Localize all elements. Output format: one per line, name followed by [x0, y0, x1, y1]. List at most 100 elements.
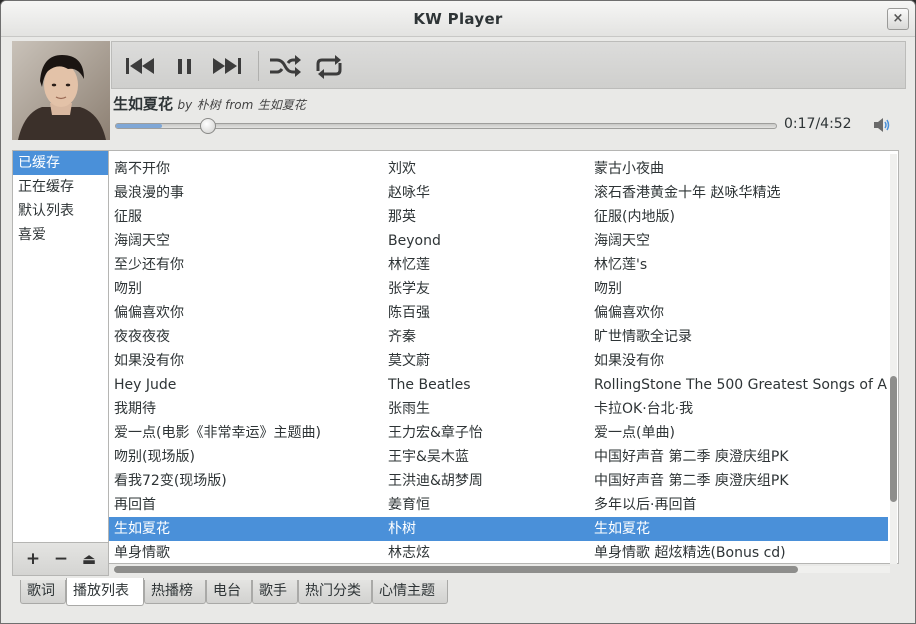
table-row[interactable]: 征服 那英 征服(内地版)	[109, 205, 888, 229]
song-title-cell: 我期待	[114, 401, 156, 417]
progress-fill	[116, 124, 162, 128]
toolbar-separator	[258, 51, 259, 81]
table-row[interactable]: 再回首 姜育恒 多年以后·再回首	[109, 493, 888, 517]
song-artist-cell: 张雨生	[388, 401, 430, 417]
tab-4[interactable]: 歌手	[252, 580, 298, 604]
table-row[interactable]: 爱一点(电影《非常幸运》主题曲) 王力宏&章子怡 爱一点(单曲)	[109, 421, 888, 445]
horizontal-scrollbar[interactable]	[114, 566, 890, 573]
table-row[interactable]: 吻别 张学友 吻别	[109, 277, 888, 301]
song-title-cell: 征服	[114, 209, 142, 225]
window-title: KW Player	[413, 10, 503, 28]
song-list: 离不开你 刘欢 蒙古小夜曲 最浪漫的事 赵咏华 滚石香港黄金十年 赵咏华精选 征服 那英 征服(…	[109, 150, 899, 564]
song-title-cell: Hey Jude	[114, 377, 177, 393]
song-title-cell: 至少还有你	[114, 257, 184, 273]
song-album-cell: 中国好声音 第二季 庾澄庆组PK	[594, 449, 789, 465]
remove-list-button[interactable]: −	[50, 548, 72, 570]
pause-icon[interactable]	[166, 51, 204, 81]
table-row[interactable]: 生如夏花 朴树 生如夏花	[109, 517, 888, 541]
table-row[interactable]: 如果没有你 莫文蔚 如果没有你	[109, 349, 888, 373]
song-artist-cell: 姜育恒	[388, 497, 430, 513]
eject-icon[interactable]: ⏏	[78, 548, 100, 570]
song-album-cell: 海阔天空	[594, 233, 650, 249]
song-album-cell: 旷世情歌全记录	[594, 329, 692, 345]
song-album-cell: 中国好声音 第二季 庾澄庆组PK	[594, 473, 789, 489]
table-row[interactable]: 至少还有你 林忆莲 林忆莲's	[109, 253, 888, 277]
shuffle-icon[interactable]	[266, 51, 304, 81]
table-row[interactable]: 夜夜夜夜 齐秦 旷世情歌全记录	[109, 325, 888, 349]
playlist-sidebar: 已缓存 正在缓存 默认列表 喜爱	[12, 150, 109, 543]
vertical-scroll-thumb[interactable]	[890, 376, 897, 502]
song-album-cell: RollingStone The 500 Greatest Songs of A…	[594, 377, 888, 393]
song-artist-cell: 陈百强	[388, 305, 430, 321]
progress-handle[interactable]	[200, 118, 216, 134]
table-row[interactable]: 离不开你 刘欢 蒙古小夜曲	[109, 157, 888, 181]
song-title-cell: 离不开你	[114, 161, 170, 177]
sidebar-item-default-list[interactable]: 默认列表	[13, 199, 108, 223]
song-album-cell: 多年以后·再回首	[594, 497, 697, 513]
table-row[interactable]: Hey Jude The Beatles RollingStone The 500 …	[109, 373, 888, 397]
song-title: 生如夏花	[113, 95, 174, 113]
song-artist-cell: The Beatles	[388, 377, 471, 393]
song-title-cell: 生如夏花	[114, 521, 170, 537]
song-title-cell: 吻别(现场版)	[114, 449, 195, 465]
progress-bar[interactable]	[115, 118, 777, 134]
song-title-cell: 吻别	[114, 281, 142, 297]
table-row[interactable]: 海阔天空 Beyond 海阔天空	[109, 229, 888, 253]
table-row[interactable]: 最浪漫的事 赵咏华 滚石香港黄金十年 赵咏华精选	[109, 181, 888, 205]
song-artist-cell: 林志炫	[388, 545, 430, 561]
time-display: 0:17/4:52	[784, 116, 852, 132]
repeat-icon[interactable]	[310, 51, 348, 81]
song-title-cell: 海阔天空	[114, 233, 170, 249]
sidebar-item-caching[interactable]: 正在缓存	[13, 175, 108, 199]
vertical-scrollbar[interactable]	[890, 154, 897, 564]
song-album-cell: 蒙古小夜曲	[594, 161, 664, 177]
song-title-cell: 再回首	[114, 497, 156, 513]
song-artist-cell: 赵咏华	[388, 185, 430, 201]
tab-2[interactable]: 热播榜	[144, 580, 206, 604]
song-title-cell: 如果没有你	[114, 353, 184, 369]
song-album-cell: 单身情歌 超炫精选(Bonus cd)	[594, 545, 786, 561]
song-artist-cell: 那英	[388, 209, 416, 225]
sidebar-item-favorites[interactable]: 喜爱	[13, 223, 108, 247]
volume-icon[interactable]	[871, 115, 891, 135]
add-list-button[interactable]: +	[22, 548, 44, 570]
table-row[interactable]: 看我72变(现场版) 王洪迪&胡梦周 中国好声音 第二季 庾澄庆组PK	[109, 469, 888, 493]
song-artist-cell: 朴树	[388, 521, 416, 537]
playback-toolbar	[111, 41, 906, 89]
title-bar[interactable]: KW Player ×	[1, 1, 915, 37]
song-album-cell: 征服(内地版)	[594, 209, 675, 225]
song-album-cell: 如果没有你	[594, 353, 664, 369]
player-window: KW Player × 生如夏花 by 朴树 from 生如夏花 0:17/4:…	[0, 0, 916, 624]
song-album-cell: 生如夏花	[594, 521, 650, 537]
tab-1[interactable]: 播放列表	[66, 578, 144, 606]
song-album-cell: 吻别	[594, 281, 622, 297]
table-row[interactable]: 我期待 张雨生 卡拉OK·台北·我	[109, 397, 888, 421]
song-artist: 朴树	[196, 98, 221, 112]
song-album-cell: 林忆莲's	[594, 257, 648, 273]
previous-icon[interactable]	[122, 51, 160, 81]
song-title-cell: 夜夜夜夜	[114, 329, 170, 345]
table-row[interactable]: 偏偏喜欢你 陈百强 偏偏喜欢你	[109, 301, 888, 325]
tab-5[interactable]: 热门分类	[298, 580, 372, 604]
song-title-cell: 看我72变(现场版)	[114, 473, 227, 489]
table-row[interactable]: 单身情歌 林志炫 单身情歌 超炫精选(Bonus cd)	[109, 541, 888, 563]
song-title-cell: 单身情歌	[114, 545, 170, 561]
song-artist-cell: 齐秦	[388, 329, 416, 345]
song-artist-cell: 张学友	[388, 281, 430, 297]
next-icon[interactable]	[208, 51, 246, 81]
song-artist-cell: 刘欢	[388, 161, 416, 177]
tab-6[interactable]: 心情主题	[372, 580, 448, 604]
horizontal-scroll-thumb[interactable]	[114, 566, 798, 573]
tab-3[interactable]: 电台	[206, 580, 252, 604]
song-artist-cell: 王力宏&章子怡	[388, 425, 483, 441]
song-artist-cell: 王洪迪&胡梦周	[388, 473, 483, 489]
sidebar-item-cached[interactable]: 已缓存	[13, 151, 108, 175]
song-title-cell: 偏偏喜欢你	[114, 305, 184, 321]
table-row[interactable]: 吻别(现场版) 王宇&吴木蓝 中国好声音 第二季 庾澄庆组PK	[109, 445, 888, 469]
song-album-cell: 滚石香港黄金十年 赵咏华精选	[594, 185, 781, 201]
song-artist-cell: 莫文蔚	[388, 353, 430, 369]
song-album: 生如夏花	[257, 98, 306, 112]
close-button[interactable]: ×	[887, 8, 909, 30]
tab-0[interactable]: 歌词	[20, 580, 66, 604]
song-album-cell: 偏偏喜欢你	[594, 305, 664, 321]
